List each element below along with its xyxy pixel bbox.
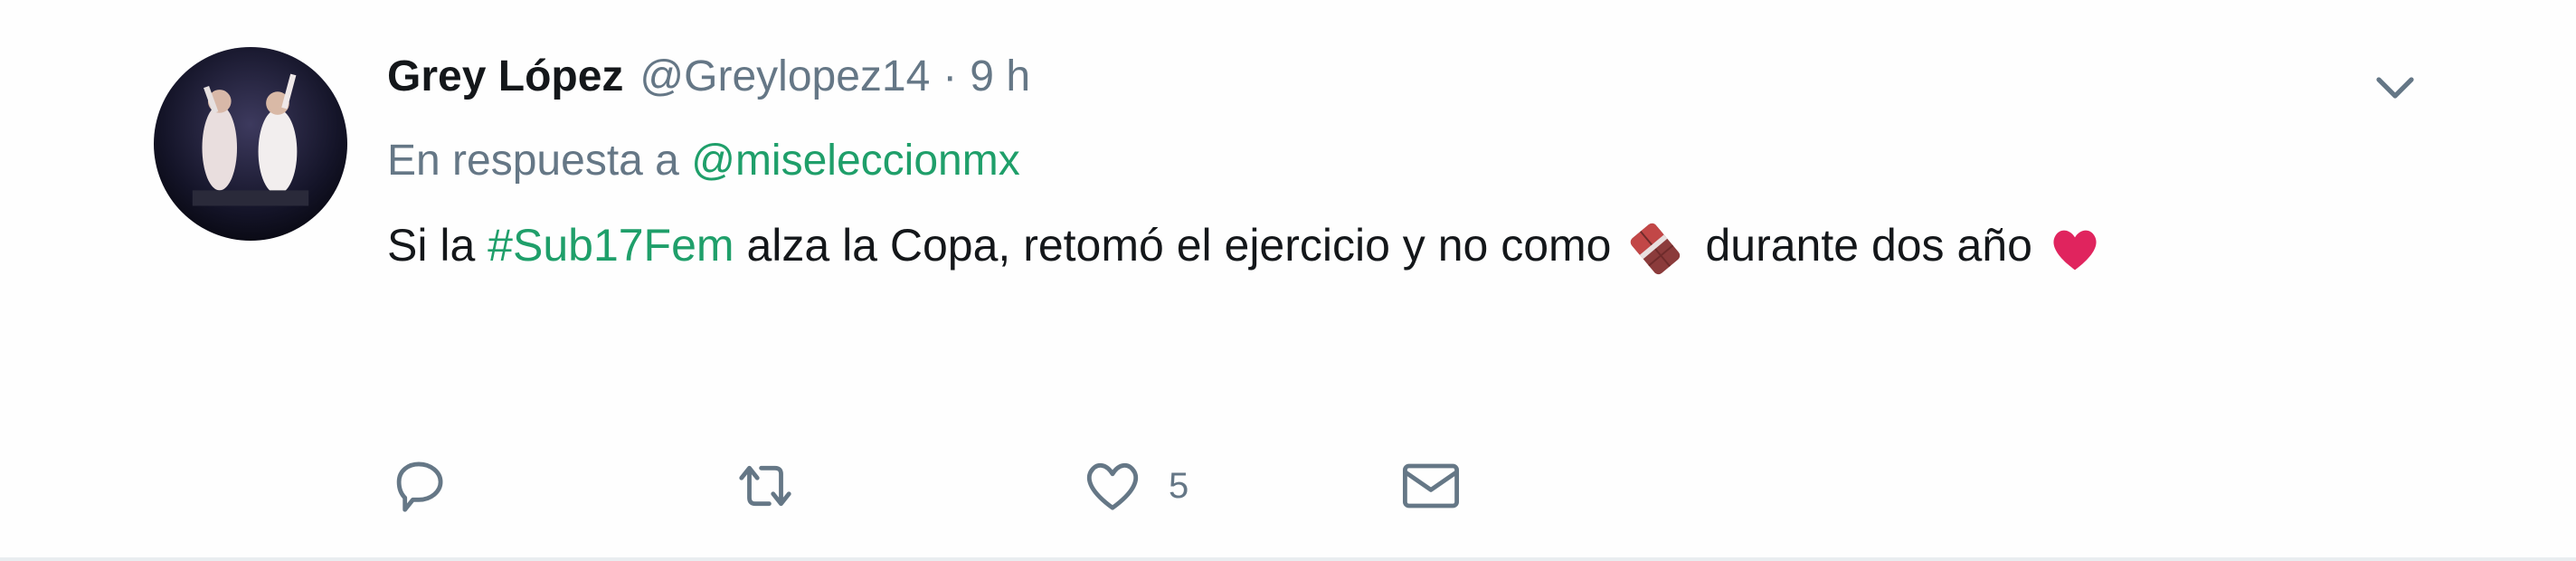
like-button[interactable]: 5 <box>1080 445 1189 527</box>
tweet-text: Si la #Sub17Fem alza la Copa, retomó el … <box>387 204 2359 286</box>
reply-prefix: En respuesta a <box>387 137 679 185</box>
chocolate-bar-icon <box>1627 221 1683 277</box>
separator-dot: · <box>942 52 958 100</box>
direct-message-button[interactable] <box>1397 445 1465 527</box>
tweet-content: Grey López @Greylopez14 · 9 h En respues… <box>387 36 2395 286</box>
avatar[interactable] <box>154 47 347 241</box>
author-display-name[interactable]: Grey López <box>387 36 623 118</box>
reply-mention-link[interactable]: @miseleccionmx <box>691 137 1019 185</box>
avatar-image <box>154 47 347 241</box>
reply-button[interactable] <box>387 445 474 527</box>
red-heart-icon <box>2049 224 2101 273</box>
hashtag-link[interactable]: #Sub17Fem <box>488 220 734 271</box>
chevron-down-icon[interactable] <box>2368 60 2422 114</box>
tweet-header: Grey López @Greylopez14 · 9 h <box>387 36 2395 118</box>
retweet-icon <box>729 454 801 518</box>
tweet-text-part2: alza la Copa, retomó el ejercicio y no c… <box>734 220 1612 271</box>
tweet-text-part3: durante dos año <box>1705 220 2032 271</box>
tweet-card[interactable]: Grey López @Greylopez14 · 9 h En respues… <box>0 0 2576 561</box>
tweet-text-part1: Si la <box>387 220 488 271</box>
like-count: 5 <box>1169 465 1189 506</box>
tweet-actions: 5 <box>387 445 1465 527</box>
envelope-icon <box>1397 456 1465 516</box>
retweet-button[interactable] <box>729 445 825 527</box>
author-handle[interactable]: @Greylopez14 <box>639 36 930 118</box>
heart-icon <box>1080 456 1145 516</box>
tweet-timestamp[interactable]: 9 h <box>970 36 1030 118</box>
reply-context: En respuesta a @miseleccionmx <box>387 118 2395 204</box>
tweet-divider <box>0 557 2576 561</box>
reply-icon <box>387 454 450 518</box>
